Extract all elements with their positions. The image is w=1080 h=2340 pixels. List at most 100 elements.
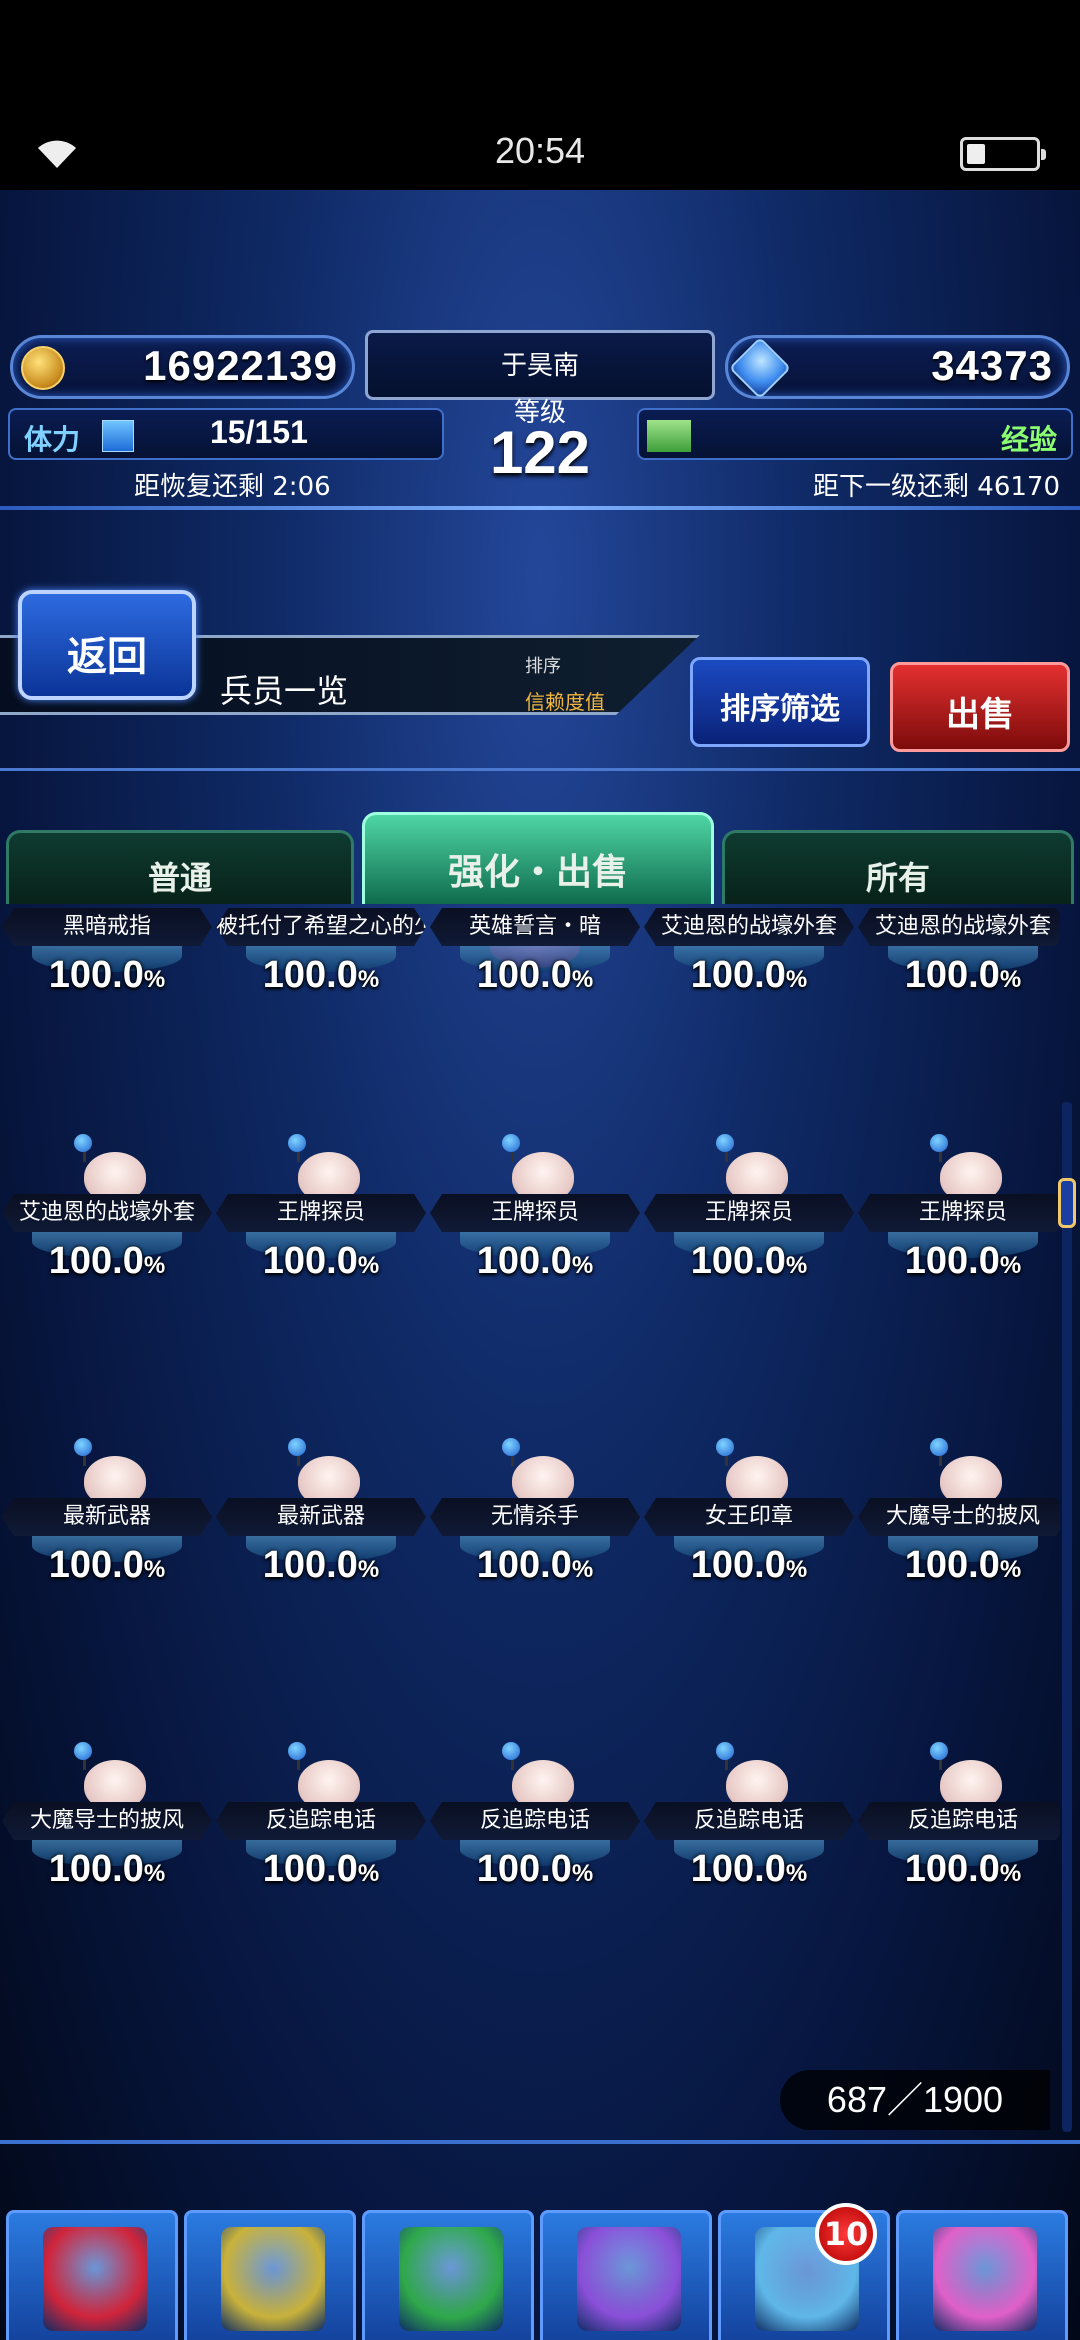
trust-percent-value: 100.0 [262, 1240, 358, 1282]
trust-percent-unit: % [785, 966, 808, 993]
unit-card[interactable]: 反追踪电话 100.0% [430, 1742, 640, 1938]
trust-percent: 100.0% [858, 1240, 1060, 1283]
trust-percent: 100.0% [2, 954, 212, 997]
trust-percent-unit: % [571, 1860, 594, 1887]
sell-button[interactable]: 出售 [890, 662, 1070, 752]
unit-card[interactable]: 大魔导士的披风 100.0% [858, 1438, 1060, 1648]
trust-percent-value: 100.0 [476, 954, 572, 996]
trust-percent-unit: % [571, 966, 594, 993]
unit-card[interactable]: 英雄誓言・暗 100.0% [430, 908, 640, 1118]
unit-card[interactable]: 反追踪电话 100.0% [644, 1742, 854, 1938]
trust-percent-unit: % [357, 1556, 380, 1583]
unit-card[interactable]: 最新武器 100.0% [2, 1438, 212, 1648]
hud-divider [0, 506, 1080, 510]
trust-percent-unit: % [357, 1252, 380, 1279]
unit-card[interactable]: 艾迪恩的战壕外套 100.0% [644, 908, 854, 1118]
unit-card[interactable]: 被托付了希望之心的少女 100.0% [216, 908, 426, 1118]
exp-bar: 经验 [637, 408, 1073, 460]
trust-percent: 100.0% [644, 1544, 854, 1587]
nav-friends[interactable]: 好友 [896, 2210, 1068, 2340]
unit-card[interactable]: 艾迪恩的战壕外套 100.0% [858, 908, 1060, 1118]
trust-percent-unit: % [785, 1252, 808, 1279]
sword-icon [43, 2227, 147, 2331]
sort-filter-button[interactable]: 排序筛选 [690, 657, 870, 747]
unit-card[interactable]: 反追踪电话 100.0% [858, 1742, 1060, 1938]
trust-percent-value: 100.0 [904, 954, 1000, 996]
back-button[interactable]: 返回 [18, 590, 196, 700]
trust-percent: 100.0% [858, 1848, 1060, 1891]
unit-card[interactable]: 黑暗戒指 100.0% [2, 908, 212, 1118]
nav-sword[interactable]: 首页 [6, 2210, 178, 2340]
unit-name: 王牌探员 [644, 1194, 854, 1232]
unit-card[interactable]: 女王印章 100.0% [644, 1438, 854, 1648]
nav-shop[interactable]: 商店 [540, 2210, 712, 2340]
friends-icon [933, 2227, 1037, 2331]
unit-card[interactable]: 王牌探员 100.0% [858, 1134, 1060, 1344]
scrollbar-track[interactable] [1062, 1102, 1072, 2132]
nav-unit[interactable]: 兵员 [184, 2210, 356, 2340]
unit-card[interactable]: 艾迪恩的战壕外套 100.0% [2, 1134, 212, 1344]
exp-label: 经验 [1000, 423, 1057, 456]
unit-name: 反追踪电话 [644, 1802, 854, 1840]
moogle-icon [288, 1438, 364, 1508]
unit-card[interactable]: 王牌探员 100.0% [430, 1134, 640, 1344]
nav-crystal[interactable]: 召唤10 [718, 2203, 890, 2340]
header-divider [0, 768, 1080, 771]
tab-enhance-sell[interactable]: 强化・出售 [362, 812, 714, 904]
bottom-nav: 首页兵员道具商店召唤10好友 [0, 2203, 1080, 2340]
moogle-icon [716, 1134, 792, 1204]
unit-name: 大魔导士的披风 [2, 1802, 212, 1840]
sort-value: 信赖度值 [525, 690, 605, 714]
trust-percent-value: 100.0 [690, 1544, 786, 1586]
trust-percent: 100.0% [216, 1848, 426, 1891]
trust-percent: 100.0% [644, 1848, 854, 1891]
moogle-icon [930, 1134, 1006, 1204]
unit-card[interactable]: 大魔导士的披风 100.0% [2, 1742, 212, 1938]
trust-percent-unit: % [785, 1860, 808, 1887]
unit-card[interactable]: 王牌探员 100.0% [644, 1134, 854, 1344]
moogle-icon [930, 1742, 1006, 1812]
trust-percent-value: 100.0 [476, 1544, 572, 1586]
trust-percent-value: 100.0 [262, 1544, 358, 1586]
unit-card[interactable]: 反追踪电话 100.0% [216, 1742, 426, 1938]
trust-percent-value: 100.0 [904, 1848, 1000, 1890]
unit-icon [221, 2227, 325, 2331]
tab-all[interactable]: 所有 [722, 830, 1074, 904]
trust-percent-unit: % [999, 966, 1022, 993]
stamina-recover-timer: 距恢复还剩 2:06 [134, 472, 331, 502]
grid-bottom-divider [0, 2140, 1080, 2144]
unit-card[interactable]: 最新武器 100.0% [216, 1438, 426, 1648]
unit-card[interactable]: 无情杀手 100.0% [430, 1438, 640, 1648]
unit-name: 无情杀手 [430, 1498, 640, 1536]
unit-name: 反追踪电话 [430, 1802, 640, 1840]
unit-card[interactable]: 王牌探员 100.0% [216, 1134, 426, 1344]
trust-percent-value: 100.0 [262, 954, 358, 996]
nav-potion[interactable]: 道具 [362, 2210, 534, 2340]
unit-name: 王牌探员 [216, 1194, 426, 1232]
tab-enhance-sell-label: 强化・出售 [447, 852, 628, 893]
trust-percent-unit: % [571, 1252, 594, 1279]
unit-name: 英雄誓言・暗 [430, 908, 640, 946]
moogle-icon [502, 1438, 578, 1508]
sort-label: 排序 [525, 656, 561, 677]
trust-percent-value: 100.0 [48, 954, 144, 996]
tab-normal[interactable]: 普通 [6, 830, 354, 904]
gem-value: 34373 [931, 342, 1053, 389]
moogle-icon [288, 1134, 364, 1204]
trust-percent-unit: % [785, 1556, 808, 1583]
moogle-icon [716, 1438, 792, 1508]
trust-percent-value: 100.0 [48, 1240, 144, 1282]
trust-percent: 100.0% [2, 1848, 212, 1891]
stamina-label: 体力 [24, 423, 81, 456]
trust-percent: 100.0% [216, 1544, 426, 1587]
trust-percent-value: 100.0 [476, 1848, 572, 1890]
trust-percent-unit: % [999, 1860, 1022, 1887]
status-bar: 20:54 [0, 0, 1080, 190]
notification-badge: 10 [815, 2203, 877, 2265]
gil-value: 16922139 [143, 342, 338, 389]
shop-icon [577, 2227, 681, 2331]
gem-counter: 34373 [725, 335, 1070, 400]
trust-percent: 100.0% [216, 954, 426, 997]
trust-percent: 100.0% [2, 1544, 212, 1587]
scrollbar-thumb[interactable] [1058, 1178, 1076, 1228]
